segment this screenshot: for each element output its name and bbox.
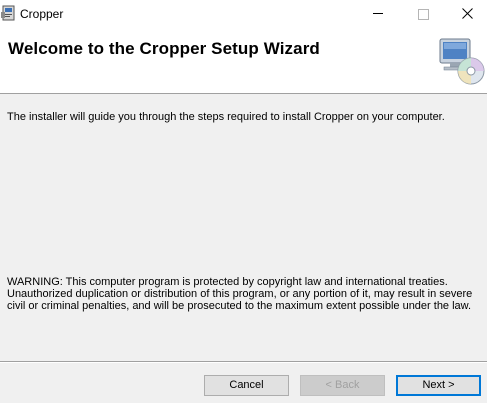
cancel-button[interactable]: Cancel: [204, 375, 289, 396]
computer-cd-icon: [439, 38, 485, 85]
back-button[interactable]: < Back: [300, 375, 385, 396]
footer-divider: [0, 361, 487, 363]
title-bar[interactable]: Cropper: [0, 0, 487, 28]
copyright-warning-text: WARNING: This computer program is protec…: [7, 276, 473, 312]
window-title: Cropper: [20, 7, 64, 21]
close-icon: [462, 8, 473, 19]
next-button[interactable]: Next >: [396, 375, 481, 396]
minimize-icon: [373, 13, 383, 14]
maximize-button[interactable]: [400, 0, 446, 28]
minimize-button[interactable]: [355, 0, 401, 28]
intro-text: The installer will guide you through the…: [7, 111, 445, 123]
installer-app-icon: [1, 5, 15, 21]
wizard-banner: Welcome to the Cropper Setup Wizard: [0, 28, 487, 94]
maximize-icon: [418, 9, 429, 20]
close-button[interactable]: [445, 0, 487, 28]
banner-title: Welcome to the Cropper Setup Wizard: [8, 39, 320, 58]
